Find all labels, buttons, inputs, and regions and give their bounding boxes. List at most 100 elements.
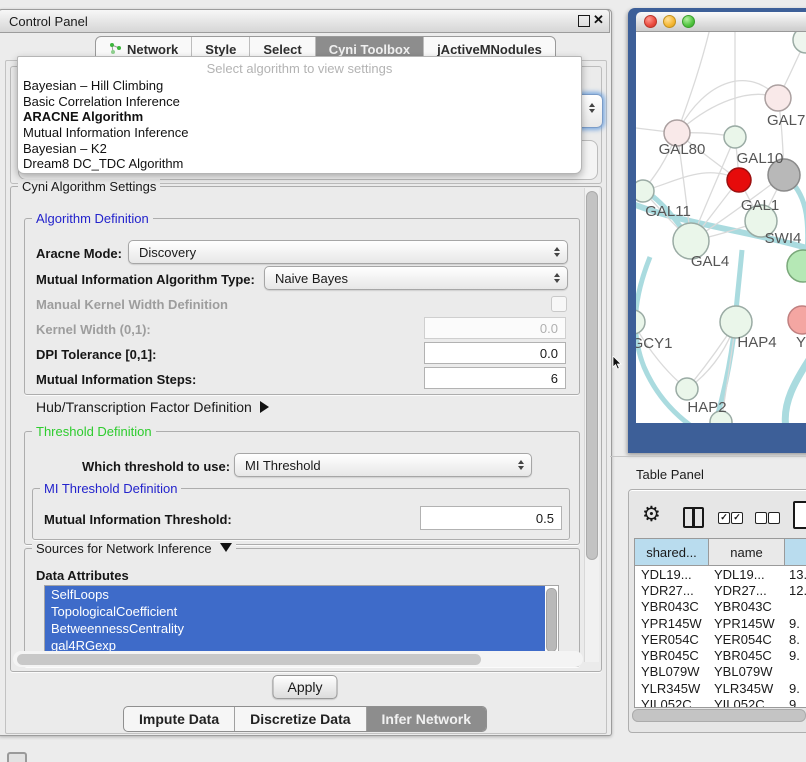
node-label: HAP2 <box>687 399 726 416</box>
node-salmon[interactable] <box>788 306 806 334</box>
algorithm-definition-title: Algorithm Definition <box>32 211 153 226</box>
popup-item-aracne[interactable]: ARACNE Algorithm <box>18 109 581 125</box>
close-traffic-light-icon[interactable] <box>644 15 657 28</box>
select-all-checkbox-icon[interactable]: ✓ <box>731 512 743 524</box>
threshold-definition-title: Threshold Definition <box>32 424 156 439</box>
network-node-labels: GAL7 GAL80 GAL10 GAL1 GAL11 SWI4 GAL4 GC… <box>636 112 806 416</box>
table-row[interactable]: YPR145W YPR145W 9. <box>635 615 806 631</box>
deselect-checkbox-icon[interactable] <box>768 512 780 524</box>
settings-group-title: Cyni Algorithm Settings <box>18 179 160 194</box>
hub-definition-toggle[interactable]: Hub/Transcription Factor Definition <box>36 399 269 415</box>
node-label: SWI4 <box>765 230 802 247</box>
list-item[interactable]: SelfLoops <box>45 586 545 603</box>
popup-placeholder: Select algorithm to view settings <box>18 57 581 78</box>
document-icon[interactable] <box>793 501 806 529</box>
node-gal7[interactable] <box>765 85 791 111</box>
table-row[interactable]: YBR043C YBR043C <box>635 599 806 615</box>
screen: Control Panel ✕ Network Style Select Cyn… <box>0 0 806 762</box>
data-attributes-label: Data Attributes <box>36 568 129 583</box>
column-header-name[interactable]: name <box>709 539 785 565</box>
apply-button[interactable]: Apply <box>272 675 337 699</box>
chevron-down-icon <box>220 543 232 552</box>
table-row[interactable]: YDL19... YDL19... 13... <box>635 566 806 582</box>
control-panel-titlebar: Control Panel <box>0 9 610 33</box>
table-hscrollbar-thumb[interactable] <box>632 709 806 722</box>
manual-kernel-width-checkbox[interactable] <box>551 296 567 312</box>
popup-item-bayesian-hill[interactable]: Bayesian – Hill Climbing <box>18 78 581 94</box>
table-row[interactable]: YDR27... YDR27... 12... <box>635 582 806 598</box>
which-threshold-label: Which threshold to use: <box>82 459 230 474</box>
network-canvas[interactable]: GAL7 GAL80 GAL10 GAL1 GAL11 SWI4 GAL4 GC… <box>636 32 806 423</box>
node-table: shared... name YDL19... YDL19... 13... Y… <box>634 538 806 708</box>
deselect-checkbox-icon[interactable] <box>755 512 767 524</box>
mi-steps-field[interactable]: 6 <box>424 367 566 389</box>
table-panel-divider <box>610 456 806 457</box>
which-threshold-combo[interactable]: MI Threshold <box>234 453 532 477</box>
data-attributes-list: SelfLoops TopologicalCoefficient Between… <box>44 585 559 654</box>
dpi-tolerance-field[interactable]: 0.0 <box>424 342 566 364</box>
minimize-traffic-light-icon[interactable] <box>663 15 676 28</box>
node-gal10[interactable] <box>724 126 746 148</box>
kernel-width-label: Kernel Width (0,1): <box>36 322 151 337</box>
mouse-cursor <box>612 356 624 370</box>
node-label: HAP4 <box>737 334 776 351</box>
settings-hscrollbar-thumb[interactable] <box>17 654 481 665</box>
tab-infer-network[interactable]: Infer Network <box>366 707 486 731</box>
cyni-bottom-tabs: Impute Data Discretize Data Infer Networ… <box>123 706 487 732</box>
node-label: Y <box>796 334 806 351</box>
mi-threshold-definition-title: MI Threshold Definition <box>40 481 181 496</box>
table-header-row: shared... name <box>635 539 806 566</box>
float-window-icon[interactable] <box>578 15 590 27</box>
table-row[interactable]: YIL052C YIL052C 9. <box>635 696 806 708</box>
popup-item-mutual-information[interactable]: Mutual Information Inference <box>18 125 581 141</box>
popup-item-bayesian-k2[interactable]: Bayesian – K2 <box>18 141 581 157</box>
node-gal11[interactable] <box>636 180 654 202</box>
node-hap2[interactable] <box>676 378 698 400</box>
mi-algorithm-type-combo[interactable]: Naive Bayes <box>264 266 568 290</box>
settings-vscrollbar-thumb[interactable] <box>586 191 598 560</box>
mi-algorithm-type-label: Mutual Information Algorithm Type: <box>36 272 255 287</box>
list-item[interactable]: BetweennessCentrality <box>45 620 545 637</box>
aracne-mode-combo[interactable]: Discovery <box>128 240 568 264</box>
node-swi4[interactable] <box>787 250 806 282</box>
combo-spinner-icon <box>554 247 560 257</box>
node-label: GAL4 <box>691 253 729 270</box>
manual-kernel-width-label: Manual Kernel Width Definition <box>36 297 228 312</box>
node[interactable] <box>793 32 806 53</box>
node-red[interactable] <box>727 168 751 192</box>
column-header-shared-name[interactable]: shared... <box>635 539 709 565</box>
table-row[interactable]: YER054C YER054C 8. <box>635 631 806 647</box>
chevron-right-icon <box>260 401 269 413</box>
columns-icon[interactable] <box>683 507 704 528</box>
zoom-traffic-light-icon[interactable] <box>682 15 695 28</box>
close-icon[interactable]: ✕ <box>593 12 604 28</box>
popup-item-basic-correlation[interactable]: Basic Correlation Inference <box>18 94 581 110</box>
sources-toggle[interactable]: Sources for Network Inference <box>32 541 236 556</box>
node-label: GAL80 <box>659 141 706 158</box>
list-vertical-scrollbar[interactable] <box>546 588 557 652</box>
kernel-width-field[interactable]: 0.0 <box>424 317 566 339</box>
bottom-left-mini-button[interactable] <box>7 752 27 762</box>
node-label: GCY1 <box>636 335 672 352</box>
algorithm-dropdown-popup: Select algorithm to view settings Bayesi… <box>17 56 582 174</box>
table-panel-title: Table Panel <box>636 467 704 482</box>
list-item[interactable]: TopologicalCoefficient <box>45 603 545 620</box>
table-row[interactable]: YLR345W YLR345W 9. <box>635 680 806 696</box>
mi-threshold-label: Mutual Information Threshold: <box>44 512 232 527</box>
mi-threshold-field[interactable]: 0.5 <box>420 506 562 530</box>
table-row[interactable]: YBR045C YBR045C 9. <box>635 647 806 663</box>
column-header-clipped[interactable] <box>785 539 806 565</box>
node-label: GAL10 <box>737 150 784 167</box>
control-panel-title: Control Panel <box>9 14 88 29</box>
tab-impute-data[interactable]: Impute Data <box>124 707 234 731</box>
node-gcy1[interactable] <box>636 310 645 334</box>
table-row[interactable]: YBL079W YBL079W <box>635 664 806 680</box>
aracne-mode-label: Aracne Mode: <box>36 246 122 261</box>
popup-item-dream8[interactable]: Dream8 DC_TDC Algorithm <box>18 156 581 172</box>
tab-discretize-data[interactable]: Discretize Data <box>234 707 365 731</box>
node-label: GAL7 <box>767 112 805 129</box>
gear-icon[interactable]: ⚙ <box>642 504 661 525</box>
combo-spinner-icon <box>554 273 560 283</box>
mi-steps-label: Mutual Information Steps: <box>36 372 196 387</box>
select-all-checkbox-icon[interactable]: ✓ <box>718 512 730 524</box>
